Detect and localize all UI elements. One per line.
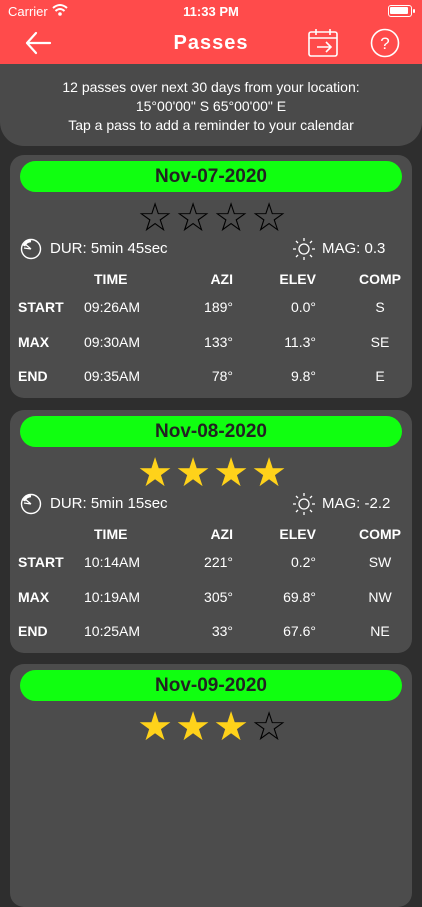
- row-azi: 305°: [204, 589, 233, 605]
- col-comp-header: COMP: [359, 271, 401, 287]
- table-row: END 10:25AM 33° 67.6° NE: [10, 623, 412, 643]
- duration: DUR: 5min 15sec: [50, 495, 168, 512]
- row-label: START: [18, 299, 64, 315]
- magnitude: MAG: -2.2: [322, 495, 391, 512]
- pass-card[interactable]: Nov-08-2020 ★ ★ ★ ★ DUR: 5min 15sec MAG: -2…: [10, 410, 412, 653]
- pass-date: Nov-09-2020: [20, 670, 402, 701]
- info-panel: 12 passes over next 30 days from your lo…: [0, 64, 422, 146]
- row-time: 09:26AM: [84, 299, 141, 315]
- col-time-header: TIME: [94, 271, 128, 287]
- row-elev: 69.8°: [283, 589, 316, 605]
- rating-stars: ☆ ☆ ☆ ☆: [10, 198, 412, 238]
- clock: 11:33 PM: [183, 4, 239, 19]
- row-azi: 78°: [211, 368, 233, 384]
- info-summary: 12 passes over next 30 days from your lo…: [62, 79, 360, 95]
- row-label: MAX: [18, 334, 50, 350]
- star-icon: ★: [213, 705, 249, 749]
- row-elev: 67.6°: [283, 623, 316, 639]
- col-azi-header: AZI: [210, 271, 233, 287]
- stopwatch-icon: [20, 238, 42, 260]
- row-elev: 9.8°: [290, 368, 316, 384]
- row-azi: 221°: [204, 554, 233, 570]
- pass-date: Nov-08-2020: [20, 416, 402, 447]
- sun-icon: [293, 238, 315, 260]
- page-title: Passes: [173, 32, 249, 54]
- row-label: MAX: [18, 589, 50, 605]
- row-time: 10:25AM: [84, 623, 141, 639]
- table-row: MAX 09:30AM 133° 11.3° SE: [10, 334, 412, 354]
- magnitude: MAG: 0.3: [322, 240, 386, 257]
- star-icon: ☆: [213, 196, 249, 240]
- row-label: END: [18, 623, 48, 639]
- nav-bar: Passes ?: [0, 24, 422, 64]
- help-icon[interactable]: ?: [370, 28, 400, 58]
- sun-icon: [293, 493, 315, 515]
- row-time: 10:19AM: [84, 589, 141, 605]
- row-elev: 0.0°: [290, 299, 316, 315]
- row-azi: 189°: [204, 299, 233, 315]
- star-icon: ★: [175, 705, 211, 749]
- info-location: 15°00'00" S 65°00'00" E: [135, 98, 287, 114]
- row-time: 09:30AM: [84, 334, 141, 350]
- star-icon: ☆: [251, 196, 287, 240]
- col-elev-header: ELEV: [279, 526, 316, 542]
- table-row: END 09:35AM 78° 9.8° E: [10, 368, 412, 388]
- info-hint: Tap a pass to add a reminder to your cal…: [68, 117, 354, 133]
- rating-stars: ★ ★ ★ ★: [10, 453, 412, 493]
- star-icon: ☆: [175, 196, 211, 240]
- star-icon: ★: [213, 451, 249, 495]
- row-comp: E: [375, 368, 385, 384]
- row-elev: 11.3°: [284, 334, 316, 350]
- row-time: 10:14AM: [84, 554, 141, 570]
- pass-card[interactable]: Nov-07-2020 ☆ ☆ ☆ ☆ DUR: 5min 45sec MAG: 0.…: [10, 155, 412, 398]
- row-comp: NE: [370, 623, 390, 639]
- col-azi-header: AZI: [210, 526, 233, 542]
- calendar-export-icon[interactable]: [307, 27, 341, 59]
- row-azi: 33°: [211, 623, 233, 639]
- row-label: END: [18, 368, 48, 384]
- row-comp: SW: [368, 554, 392, 570]
- row-time: 09:35AM: [84, 368, 141, 384]
- table-row: MAX 10:19AM 305° 69.8° NW: [10, 589, 412, 609]
- table-row: START 09:26AM 189° 0.0° S: [10, 299, 412, 319]
- row-label: START: [18, 554, 64, 570]
- star-icon: ★: [175, 451, 211, 495]
- row-elev: 0.2°: [290, 554, 316, 570]
- col-comp-header: COMP: [359, 526, 401, 542]
- table-header: TIME AZI ELEV COMP: [10, 271, 412, 291]
- table-header: TIME AZI ELEV COMP: [10, 526, 412, 546]
- table-row: START 10:14AM 221° 0.2° SW: [10, 554, 412, 574]
- star-icon: ★: [251, 451, 287, 495]
- duration: DUR: 5min 45sec: [50, 240, 168, 257]
- pass-card[interactable]: Nov-09-2020 ★ ★ ★ ☆: [10, 664, 412, 907]
- row-comp: SE: [370, 334, 390, 350]
- star-icon: ☆: [137, 196, 173, 240]
- row-azi: 133°: [204, 334, 233, 350]
- col-elev-header: ELEV: [279, 271, 316, 287]
- star-icon: ★: [137, 705, 173, 749]
- stopwatch-icon: [20, 493, 42, 515]
- row-comp: S: [375, 299, 385, 315]
- pass-date: Nov-07-2020: [20, 161, 402, 192]
- col-time-header: TIME: [94, 526, 128, 542]
- rating-stars: ★ ★ ★ ☆: [10, 707, 412, 747]
- battery-icon: [388, 5, 415, 17]
- row-comp: NW: [368, 589, 392, 605]
- status-bar: Carrier 11:33 PM: [0, 0, 422, 24]
- star-icon: ☆: [251, 705, 287, 749]
- star-icon: ★: [137, 451, 173, 495]
- svg-text:?: ?: [380, 34, 389, 53]
